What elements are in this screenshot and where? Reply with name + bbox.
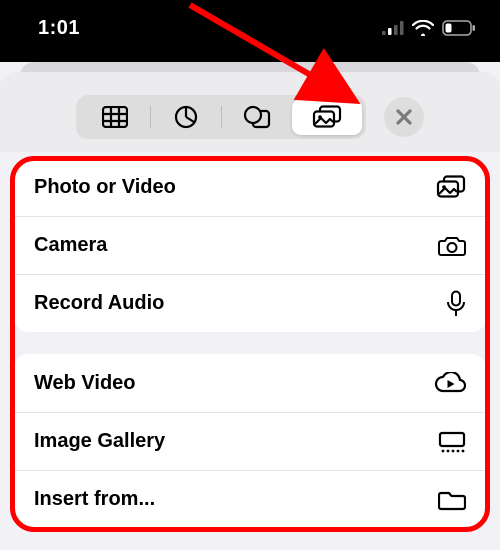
- row-insert-from[interactable]: Insert from...: [14, 470, 486, 528]
- chart-icon: [174, 105, 198, 129]
- insert-options: Photo or Video Camera Record Audio: [0, 158, 500, 528]
- tab-table[interactable]: [80, 99, 150, 135]
- status-time: 1:01: [38, 17, 80, 40]
- row-label: Web Video: [34, 372, 136, 395]
- row-label: Image Gallery: [34, 430, 165, 453]
- row-label: Photo or Video: [34, 176, 176, 199]
- battery-icon: [442, 20, 476, 36]
- wifi-icon: [412, 20, 434, 36]
- row-photo-or-video[interactable]: Photo or Video: [14, 158, 486, 216]
- media-icon: [436, 175, 466, 199]
- close-icon: [396, 109, 412, 125]
- microphone-icon: [446, 290, 466, 318]
- row-web-video[interactable]: Web Video: [14, 354, 486, 412]
- list-group-1: Photo or Video Camera Record Audio: [14, 158, 486, 332]
- folder-icon: [438, 489, 466, 511]
- gallery-icon: [438, 431, 466, 453]
- row-camera[interactable]: Camera: [14, 216, 486, 274]
- close-button[interactable]: [384, 97, 424, 137]
- status-bar: 1:01: [0, 0, 500, 62]
- tab-media[interactable]: [292, 99, 362, 135]
- row-label: Insert from...: [34, 488, 155, 511]
- status-icons: [382, 20, 476, 36]
- insert-toolbar: [0, 82, 500, 152]
- row-label: Record Audio: [34, 292, 164, 315]
- row-image-gallery[interactable]: Image Gallery: [14, 412, 486, 470]
- insert-segmented-control: [76, 95, 366, 139]
- tab-chart[interactable]: [151, 99, 221, 135]
- media-icon: [312, 105, 342, 129]
- row-label: Camera: [34, 234, 107, 257]
- cellular-icon: [382, 21, 404, 35]
- list-group-2: Web Video Image Gallery: [14, 354, 486, 528]
- camera-icon: [438, 235, 466, 257]
- row-record-audio[interactable]: Record Audio: [14, 274, 486, 332]
- shapes-icon: [243, 105, 271, 129]
- cloud-play-icon: [434, 372, 466, 394]
- tab-shapes[interactable]: [222, 99, 292, 135]
- table-icon: [102, 106, 128, 128]
- sheet-stack: [0, 62, 500, 82]
